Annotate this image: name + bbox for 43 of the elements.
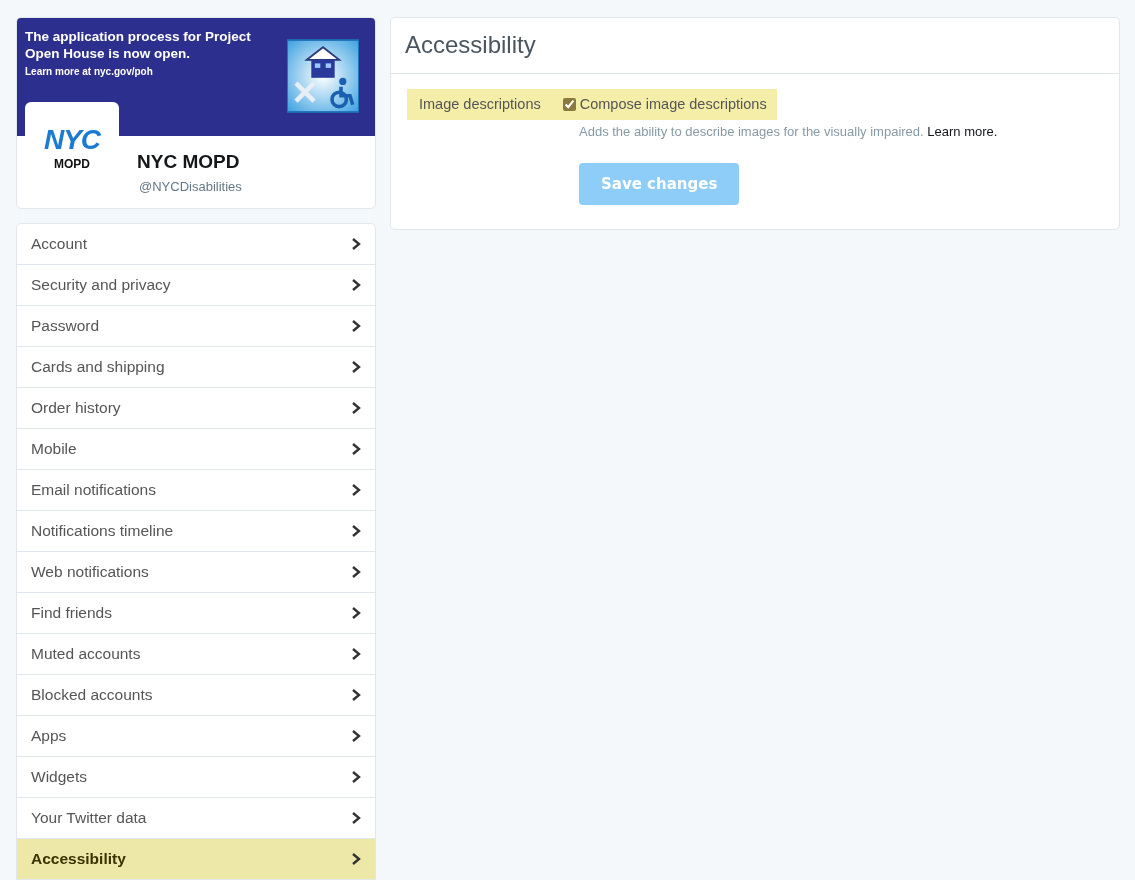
chevron-right-icon (351, 729, 361, 743)
chevron-right-icon (351, 237, 361, 251)
setting-label: Image descriptions (419, 96, 541, 112)
sidebar-item[interactable]: Widgets (17, 757, 375, 798)
chevron-right-icon (351, 360, 361, 374)
house-tools-wheelchair-icon (287, 36, 359, 116)
logo-text: NYC (43, 127, 101, 153)
help-text: Adds the ability to describe images for the visually impaired. (579, 124, 924, 139)
chevron-right-icon (351, 852, 361, 866)
banner-headline: The application process for Project Open House is now open. (25, 28, 252, 62)
sidebar-item[interactable]: Password (17, 306, 375, 347)
chevron-right-icon (351, 647, 361, 661)
chevron-right-icon (351, 606, 361, 620)
chevron-right-icon (351, 524, 361, 538)
sidebar-item[interactable]: Cards and shipping (17, 347, 375, 388)
panel-title: Accessibility (405, 31, 537, 59)
sidebar-item[interactable]: Email notifications (17, 470, 375, 511)
checkbox[interactable] (562, 97, 576, 111)
sidebar-item[interactable]: Web notifications (17, 552, 375, 593)
sidebar-item[interactable]: Security and privacy (17, 265, 375, 306)
checkbox-label[interactable]: Compose image descriptions (579, 96, 767, 112)
sidebar-item[interactable]: Apps (17, 716, 375, 757)
sidebar-item[interactable]: Blocked accounts (17, 675, 375, 716)
chevron-right-icon (351, 483, 361, 497)
sidebar-item[interactable]: Mobile (17, 429, 375, 470)
chevron-right-icon (351, 319, 361, 333)
sidebar-item[interactable]: Notifications timeline (17, 511, 375, 552)
chevron-right-icon (351, 565, 361, 579)
sidebar-item[interactable]: Find friends (17, 593, 375, 634)
logo-text: MOPD (54, 157, 90, 171)
learn-more-link[interactable]: Learn more. (927, 124, 998, 139)
chevron-right-icon (351, 442, 361, 456)
sidebar-item[interactable]: Order history (17, 388, 375, 429)
chevron-right-icon (351, 811, 361, 825)
profile-handle: @NYCDisabilities (139, 179, 242, 194)
chevron-right-icon (351, 688, 361, 702)
chevron-right-icon (351, 770, 361, 784)
chevron-right-icon (351, 278, 361, 292)
profile-name: NYC MOPD (137, 151, 240, 173)
sidebar-item[interactable]: Account (17, 224, 375, 265)
sidebar-item[interactable]: Muted accounts (17, 634, 375, 675)
chevron-right-icon (351, 401, 361, 415)
sidebar-item[interactable]: Accessibility (17, 839, 375, 880)
